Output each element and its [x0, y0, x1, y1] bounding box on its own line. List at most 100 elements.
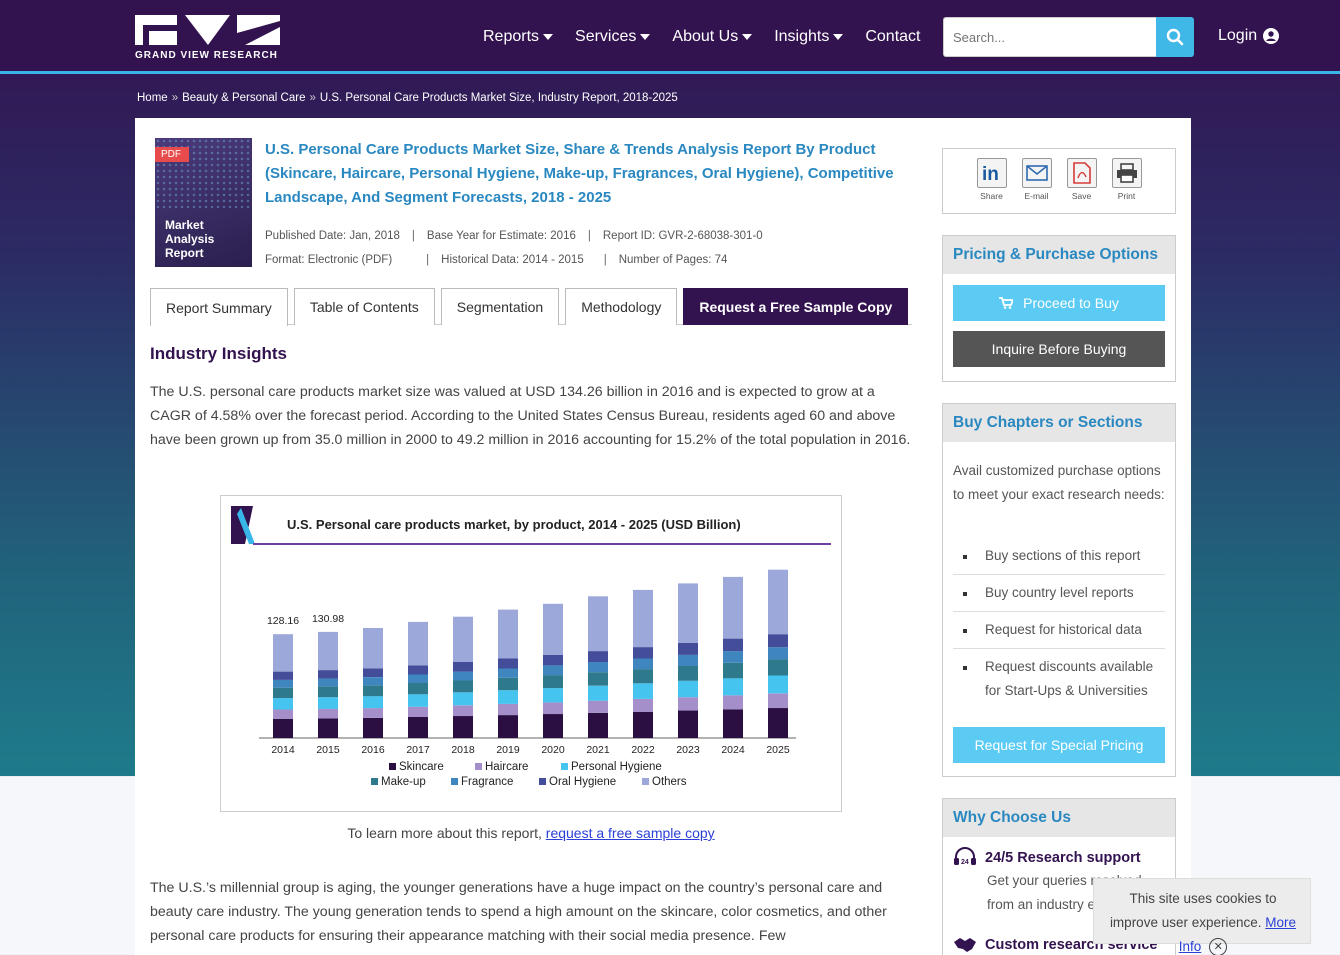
insights-paragraph: The U.S. personal care products market s…: [150, 384, 911, 448]
x-tick-label: 2021: [586, 744, 610, 756]
tab-table-of-contents[interactable]: Table of Contents: [293, 288, 435, 325]
bar-segment-haircare: [363, 708, 383, 718]
legend-label: Fragrance: [461, 776, 513, 788]
list-item-label: Buy sections of this report: [985, 548, 1141, 563]
share-linkedin-button[interactable]: in Share: [976, 158, 1007, 213]
bar-segment-oral-hygiene: [498, 658, 518, 669]
special-pricing-button[interactable]: Request for Special Pricing: [953, 727, 1165, 763]
nav-insights[interactable]: Insights: [774, 28, 844, 46]
bar-segment-others: [723, 576, 743, 639]
bar-segment-others: [318, 631, 338, 671]
legend-label: Haircare: [485, 761, 528, 773]
bar-segment-oral-hygiene: [633, 647, 653, 659]
grand-view-research-logo[interactable]: GRAND VIEW RESEARCH: [135, 15, 280, 61]
handshake-icon: [954, 938, 976, 952]
report-title: U.S. Personal Care Products Market Size,…: [265, 141, 894, 206]
bar-segment-make-up: [273, 687, 293, 699]
chevron-down-icon: [640, 34, 651, 40]
tab-methodology[interactable]: Methodology: [565, 288, 678, 325]
bar-segment-haircare: [273, 709, 293, 719]
bullet: [963, 666, 967, 670]
nav-contact[interactable]: Contact: [865, 28, 920, 46]
meta-divider: |: [411, 230, 415, 242]
list-item[interactable]: Buy country level reports: [953, 575, 1165, 612]
top-navbar: GRAND VIEW RESEARCH Reports Services Abo…: [0, 0, 1340, 74]
bar-segment-make-up: [453, 680, 473, 693]
nav-contact-label: Contact: [865, 28, 921, 45]
bar-segment-fragrance: [723, 651, 743, 663]
x-tick-label: 2014: [271, 744, 295, 756]
chart-svg: U.S. Personal care products market, by p…: [231, 506, 831, 788]
logo-text: GRAND VIEW RESEARCH: [135, 50, 278, 61]
published-date: Published Date: Jan, 2018: [265, 230, 400, 242]
pricing-panel: Pricing & Purchase Options Proceed to Bu…: [942, 235, 1176, 382]
bar-segment-skincare: [363, 717, 383, 738]
share-email-button[interactable]: E-mail: [1021, 158, 1052, 213]
proceed-to-buy-button[interactable]: Proceed to Buy: [953, 285, 1165, 321]
market-chart: U.S. Personal care products market, by p…: [220, 495, 842, 812]
bar-segment-others: [363, 628, 383, 669]
bar-segment-haircare: [318, 708, 338, 719]
bar-segment-personal-hygiene: [588, 685, 608, 701]
tab-segmentation[interactable]: Segmentation: [440, 288, 560, 325]
legend-swatch: [561, 763, 568, 770]
bar-segment-haircare: [633, 699, 653, 712]
bar-segment-haircare: [768, 693, 788, 709]
bar-segment-oral-hygiene: [543, 655, 563, 666]
breadcrumb-separator: »: [171, 92, 179, 104]
bar-segment-make-up: [768, 659, 788, 676]
meta-row: Published Date: Jan, 2018 | Base Year for…: [265, 224, 775, 248]
print-label: Print: [1117, 191, 1136, 201]
tab-report-summary[interactable]: Report Summary: [150, 288, 288, 326]
bar-segment-fragrance: [633, 658, 653, 670]
bar-segment-skincare: [408, 717, 428, 738]
close-icon[interactable]: ✕: [1209, 938, 1228, 955]
sample-copy-link[interactable]: request a free sample copy: [546, 825, 715, 841]
nav-about-us[interactable]: About Us: [672, 28, 753, 46]
search-button[interactable]: [1156, 17, 1194, 57]
meta-row: Format: Electronic (PDF) | Historical Dat…: [265, 248, 775, 272]
print-button[interactable]: Print: [1111, 158, 1142, 213]
legend-swatch: [642, 778, 649, 785]
nav-services[interactable]: Services: [575, 28, 651, 46]
list-item-label: Request discounts available for Start-Up…: [985, 659, 1154, 698]
bar-segment-skincare: [453, 716, 473, 738]
list-item[interactable]: Request discounts available for Start-Up…: [953, 649, 1165, 709]
report-meta: Published Date: Jan, 2018 | Base Year for…: [265, 224, 775, 272]
x-tick-label: 2025: [766, 744, 790, 756]
pdf-icon: [1066, 158, 1097, 188]
inquire-before-buying-button[interactable]: Inquire Before Buying: [953, 331, 1165, 367]
bar-segment-fragrance: [453, 671, 473, 681]
save-pdf-button[interactable]: Save: [1066, 158, 1097, 213]
x-tick-label: 2019: [496, 744, 520, 756]
breadcrumb-category[interactable]: Beauty & Personal Care: [182, 92, 305, 104]
x-tick-label: 2018: [451, 744, 475, 756]
breadcrumb-separator: »: [309, 92, 316, 104]
list-item[interactable]: Buy sections of this report: [953, 544, 1165, 575]
search-input[interactable]: [943, 17, 1156, 57]
list-item[interactable]: Request for historical data: [953, 612, 1165, 649]
chapters-heading: Buy Chapters or Sections: [943, 404, 1175, 442]
bar-segment-fragrance: [768, 647, 788, 660]
headset-icon: 24: [954, 847, 976, 866]
why-heading: Why Choose Us: [943, 799, 1175, 837]
section-heading: Industry Insights: [150, 344, 287, 363]
nav-reports[interactable]: Reports: [483, 28, 554, 46]
chapters-panel: Buy Chapters or Sections Avail customize…: [942, 403, 1176, 777]
list-item-label: Request for historical data: [985, 622, 1142, 637]
svg-text:24: 24: [961, 859, 969, 866]
tab-request-sample[interactable]: Request a Free Sample Copy: [683, 288, 909, 325]
x-tick-label: 2024: [721, 744, 745, 756]
bar-segment-oral-hygiene: [363, 668, 383, 677]
login-link[interactable]: Login: [1218, 27, 1280, 45]
bar-segment-haircare: [498, 703, 518, 716]
data-label: 128.16: [267, 615, 299, 627]
breadcrumb-home[interactable]: Home: [137, 92, 168, 104]
nav-reports-label: Reports: [483, 28, 540, 45]
meta-divider: |: [603, 254, 607, 266]
user-icon: [1263, 28, 1280, 44]
share-label: Share: [980, 191, 1003, 201]
bar-segment-others: [678, 583, 698, 643]
bar-segment-others: [543, 603, 563, 655]
linkedin-icon: in: [976, 158, 1007, 188]
